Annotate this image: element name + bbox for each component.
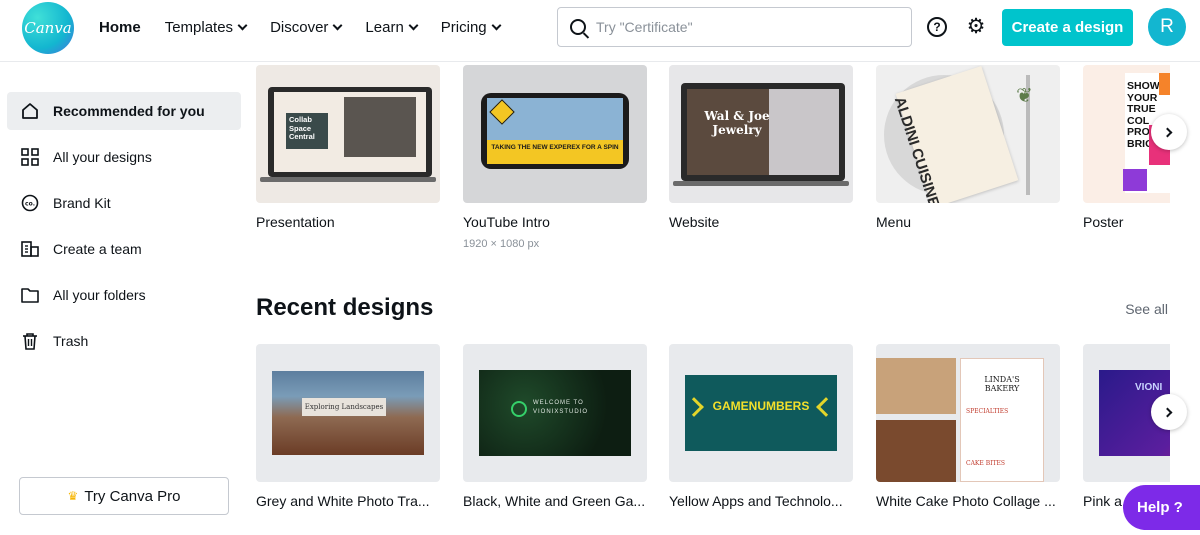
- nav-templates[interactable]: Templates: [164, 19, 248, 36]
- nav-discover[interactable]: Discover: [270, 19, 343, 36]
- recent-next-arrow[interactable]: [1151, 394, 1187, 430]
- chevron-right-icon: [1162, 407, 1173, 417]
- template-card-website[interactable]: Wal & Joe Jewelry Website: [669, 65, 853, 230]
- nav-home[interactable]: Home: [99, 19, 141, 36]
- recent-design-thumbnail: WELCOME TO VIONIXSTUDIO: [463, 344, 647, 482]
- recent-design-card[interactable]: GAMENUMBERS Yellow Apps and Technolo...: [669, 344, 853, 509]
- nav-pricing[interactable]: Pricing: [440, 19, 502, 36]
- recent-design-card[interactable]: LINDA'S BAKERY SPECIALTIES CAKE BITES Wh…: [876, 344, 1060, 509]
- chevron-down-icon: [408, 20, 419, 31]
- sidebar-item-label: Recommended for you: [53, 103, 205, 119]
- main-content: Collab Space Central Presentation TAKING…: [256, 62, 1170, 535]
- presentation-thumbnail: Collab Space Central: [256, 65, 440, 203]
- search-input[interactable]: [596, 19, 886, 35]
- nav-templates-label: Templates: [164, 19, 234, 36]
- recent-design-thumbnail: LINDA'S BAKERY SPECIALTIES CAKE BITES: [876, 344, 1060, 482]
- sidebar-item-label: Create a team: [53, 241, 142, 257]
- recent-4-thumb-subtext-a: SPECIALTIES: [966, 408, 1009, 415]
- sidebar-item-create-team[interactable]: Create a team: [7, 230, 241, 268]
- svg-text:co.: co.: [25, 201, 35, 208]
- grid-icon: [20, 147, 40, 167]
- template-label: Menu: [876, 214, 912, 230]
- sidebar: Recommended for you All your designs co.…: [0, 62, 248, 535]
- see-all-link[interactable]: See all: [1125, 301, 1168, 317]
- youtube-intro-thumbnail: TAKING THE NEW EXPEREX FOR A SPIN: [463, 65, 647, 203]
- recent-3-thumb-text: GAMENUMBERS: [712, 399, 810, 413]
- recent-2-thumb-text: WELCOME TO VIONIXSTUDIO: [533, 400, 589, 415]
- trash-icon: [20, 331, 40, 351]
- sidebar-item-folders[interactable]: All your folders: [7, 276, 241, 314]
- recent-design-label: Black, White and Green Ga...: [463, 493, 646, 509]
- template-label: Poster: [1083, 214, 1124, 230]
- sidebar-item-label: All your folders: [53, 287, 146, 303]
- recent-design-label: White Cake Photo Collage ...: [876, 493, 1056, 509]
- avatar[interactable]: R: [1148, 8, 1186, 46]
- template-card-presentation[interactable]: Collab Space Central Presentation: [256, 65, 440, 230]
- folder-icon: [20, 285, 40, 305]
- search-bar[interactable]: [557, 7, 912, 47]
- presentation-thumb-text: Collab Space Central: [286, 113, 328, 149]
- website-thumbnail: Wal & Joe Jewelry: [669, 65, 853, 203]
- templates-next-arrow[interactable]: [1151, 114, 1187, 150]
- crown-icon: ♛: [67, 489, 79, 503]
- recent-1-thumb-text: Exploring Landscapes: [302, 398, 386, 416]
- recent-design-card[interactable]: Exploring Landscapes Grey and White Phot…: [256, 344, 440, 509]
- recent-4-thumb-text: LINDA'S BAKERY: [984, 375, 1020, 393]
- sidebar-item-recommended[interactable]: Recommended for you: [7, 92, 241, 130]
- recent-4-thumb-subtext-b: CAKE BITES: [966, 460, 1005, 467]
- website-thumb-text: Wal & Joe Jewelry: [704, 109, 770, 137]
- chevron-right-icon: [1162, 127, 1173, 137]
- sidebar-item-trash[interactable]: Trash: [7, 322, 241, 360]
- main-nav: Home Templates Discover Learn Pricing: [99, 0, 524, 55]
- gear-icon[interactable]: ⚙: [965, 16, 987, 38]
- top-header: Canva Home Templates Discover Learn Pric…: [0, 0, 1200, 62]
- sidebar-item-label: Brand Kit: [53, 195, 111, 211]
- chevron-down-icon: [332, 20, 343, 31]
- recent-design-thumbnail: GAMENUMBERS: [669, 344, 853, 482]
- sidebar-item-label: All your designs: [53, 149, 152, 165]
- recent-5-thumb-text: VIONI: [1135, 382, 1163, 393]
- template-card-youtube-intro[interactable]: TAKING THE NEW EXPEREX FOR A SPIN YouTub…: [463, 65, 647, 250]
- nav-pricing-label: Pricing: [440, 19, 487, 36]
- chevron-down-icon: [237, 20, 248, 31]
- sidebar-item-brand-kit[interactable]: co. Brand Kit: [7, 184, 241, 222]
- help-icon[interactable]: ?: [927, 17, 947, 37]
- home-icon: [20, 101, 40, 121]
- create-design-button[interactable]: Create a design: [1002, 9, 1133, 46]
- building-icon: [20, 239, 40, 259]
- sidebar-item-label: Trash: [53, 333, 89, 349]
- chevron-down-icon: [491, 20, 502, 31]
- template-label: YouTube Intro: [463, 214, 550, 230]
- brand-icon: co.: [20, 193, 40, 213]
- recent-design-thumbnail: Exploring Landscapes: [256, 344, 440, 482]
- template-label: Website: [669, 214, 720, 230]
- nav-discover-label: Discover: [270, 19, 329, 36]
- template-card-menu[interactable]: ALDINI CUISINE ❦ Menu: [876, 65, 1060, 230]
- try-canva-pro-button[interactable]: ♛ Try Canva Pro: [19, 477, 229, 515]
- sidebar-item-all-designs[interactable]: All your designs: [7, 138, 241, 176]
- search-icon: [570, 19, 586, 35]
- template-label: Presentation: [256, 214, 335, 230]
- recent-designs-heading: Recent designs: [256, 294, 434, 321]
- recent-design-card[interactable]: WELCOME TO VIONIXSTUDIO Black, White and…: [463, 344, 647, 509]
- recent-design-label: Yellow Apps and Technolo...: [669, 493, 843, 509]
- recent-design-label: Grey and White Photo Tra...: [256, 493, 430, 509]
- template-dimensions: 1920 × 1080 px: [463, 238, 540, 250]
- youtube-thumb-text: TAKING THE NEW EXPEREX FOR A SPIN: [487, 140, 623, 164]
- nav-learn[interactable]: Learn: [365, 19, 419, 36]
- try-canva-pro-label: Try Canva Pro: [84, 487, 181, 505]
- menu-thumbnail: ALDINI CUISINE ❦: [876, 65, 1060, 203]
- nav-learn-label: Learn: [365, 19, 404, 36]
- canva-logo[interactable]: Canva: [22, 2, 74, 54]
- help-button[interactable]: Help ?: [1123, 485, 1200, 530]
